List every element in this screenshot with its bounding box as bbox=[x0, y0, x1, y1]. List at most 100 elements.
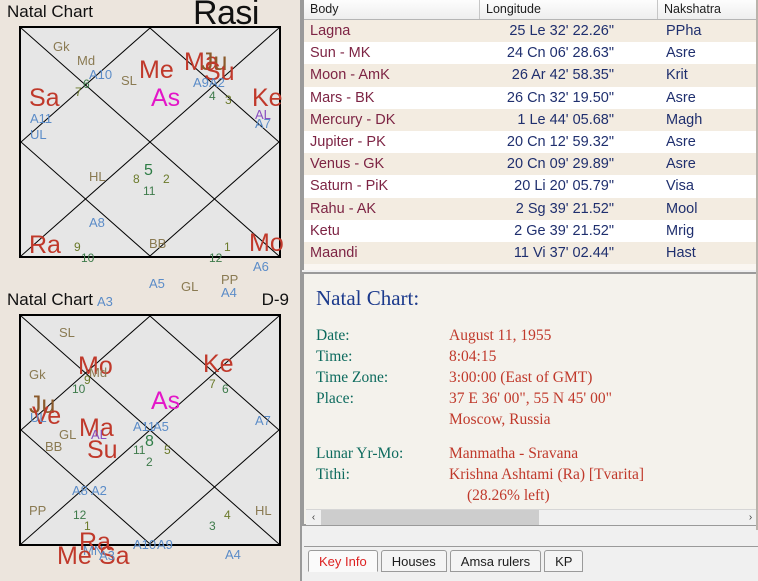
info-row: Time Zone: 3:00:00 (East of GMT) bbox=[316, 367, 758, 388]
chart-label-7: 7 bbox=[75, 85, 82, 99]
info-value: 8:04:15 bbox=[449, 348, 497, 365]
column-header-body[interactable]: Body bbox=[304, 0, 480, 19]
info-row: (28.26% left) bbox=[316, 485, 758, 506]
column-header-nakshatra[interactable]: Nakshatra bbox=[658, 0, 758, 19]
chart-label-hl: HL bbox=[255, 503, 272, 518]
chart-label-10: 10 bbox=[81, 251, 95, 265]
planetary-positions-grid[interactable]: Body Longitude Nakshatra Lagna 25 Le 32' … bbox=[302, 0, 758, 270]
chart-label-a11: A11 bbox=[133, 419, 156, 434]
table-row[interactable]: Maandi 11 Vi 37' 02.44" Hast bbox=[304, 241, 758, 265]
key-info-panel: Natal Chart: Date: August 11, 1955 Time: 8:… bbox=[302, 272, 758, 526]
cell-body: Sun - MK bbox=[310, 45, 371, 62]
chart-label-3: 3 bbox=[225, 93, 232, 107]
info-value: August 11, 1955 bbox=[449, 327, 552, 344]
cell-nakshatra: Magh bbox=[666, 111, 703, 128]
chart-label-ra: Ra bbox=[29, 231, 61, 259]
chart-label-11: 11 bbox=[143, 184, 156, 198]
cell-body: Venus - GK bbox=[310, 156, 385, 173]
scrollbar-thumb[interactable] bbox=[321, 509, 539, 525]
chart-label-a9: A9 bbox=[157, 537, 173, 552]
tab-key-info[interactable]: Key Info bbox=[308, 550, 378, 572]
cell-body: Rahu - AK bbox=[310, 200, 377, 217]
grid-header-row: Body Longitude Nakshatra bbox=[304, 0, 758, 20]
chart-label-md: Md bbox=[77, 53, 96, 68]
cell-body: Mars - BK bbox=[310, 89, 375, 106]
info-label: Place: bbox=[316, 390, 354, 407]
table-row[interactable]: Moon - AmK 26 Ar 42' 58.35" Krit bbox=[304, 64, 758, 87]
table-row[interactable]: Saturn - PiK 20 Li 20' 05.79" Visa bbox=[304, 175, 758, 198]
info-horizontal-scrollbar[interactable]: ‹ › bbox=[306, 509, 758, 525]
tab-houses[interactable]: Houses bbox=[380, 550, 447, 572]
chart-label-sl: SL bbox=[121, 73, 137, 88]
cell-longitude: 26 Ar 42' 58.35" bbox=[511, 67, 614, 84]
column-header-longitude[interactable]: Longitude bbox=[480, 0, 658, 19]
info-value: Krishna Ashtami (Ra) [Tvarita] bbox=[449, 466, 644, 483]
rasi-chart-title: Natal Chart bbox=[7, 2, 93, 21]
d9-chart-variant-label: D-9 bbox=[261, 290, 289, 309]
cell-nakshatra: Visa bbox=[666, 178, 694, 195]
chart-label-6: 6 bbox=[83, 77, 90, 91]
cell-body: Moon - AmK bbox=[310, 67, 390, 84]
chart-label-a8: A8 bbox=[89, 215, 105, 230]
chart-label-a2: A2 bbox=[209, 75, 225, 90]
cell-body: Ketu bbox=[310, 222, 340, 239]
info-row: Moscow, Russia bbox=[316, 409, 758, 430]
chart-label-a4: A4 bbox=[225, 547, 241, 562]
table-row[interactable]: Rahu - AK 2 Sg 39' 21.52" Mool bbox=[304, 197, 758, 220]
tab-amsa-rulers[interactable]: Amsa rulers bbox=[449, 550, 542, 572]
table-row-clipped[interactable] bbox=[304, 264, 758, 270]
chart-label-a7: A7 bbox=[255, 116, 271, 131]
key-info-content: Natal Chart: Date: August 11, 1955 Time: 8:… bbox=[304, 274, 758, 508]
chart-label-12: 12 bbox=[209, 251, 223, 265]
scrollbar-track[interactable] bbox=[321, 509, 743, 525]
charts-pane: Natal Chart Rasi Gk Md A10 SL Me Ma Ju Su A9 A2 Sa… bbox=[0, 0, 300, 581]
details-pane: Body Longitude Nakshatra Lagna 25 Le 32' … bbox=[302, 0, 758, 581]
chart-label-1: 1 bbox=[224, 240, 231, 254]
chart-label-md: Md bbox=[89, 365, 108, 380]
chart-label-a2: A2 bbox=[91, 483, 107, 498]
chart-label-pp: PP bbox=[29, 503, 47, 518]
chart-label-me: Me bbox=[57, 542, 92, 570]
chart-label-a10: A10 bbox=[89, 67, 113, 82]
cell-body: Lagna bbox=[310, 23, 351, 40]
cell-body: Saturn - PiK bbox=[310, 178, 389, 195]
d9-chart-block: Natal Chart D-9 SL Gk Mo Md Ke 7 6 10 9 Ju Ve UL As A… bbox=[0, 288, 300, 569]
table-row[interactable]: Mercury - DK 1 Le 44' 05.68" Magh bbox=[304, 108, 758, 131]
table-row[interactable]: Sun - MK 24 Cn 06' 28.63" Asre bbox=[304, 42, 758, 65]
table-row[interactable]: Venus - GK 20 Cn 09' 29.89" Asre bbox=[304, 153, 758, 176]
cell-longitude: 24 Cn 06' 28.63" bbox=[506, 45, 614, 62]
cell-nakshatra: Asre bbox=[666, 89, 696, 106]
info-row: Lunar Yr-Mo: Manmatha - Sravana bbox=[316, 443, 758, 464]
d9-chart-diagram[interactable]: SL Gk Mo Md Ke 7 6 10 9 Ju Ve UL As A7 GL Ma AL BB Su A11 A5… bbox=[19, 314, 281, 569]
chart-label-5: 5 bbox=[164, 443, 171, 457]
bottom-tab-bar: Key Info Houses Amsa rulers KP bbox=[304, 546, 758, 581]
cell-nakshatra: Asre bbox=[666, 45, 696, 62]
chart-label-ke: Ke bbox=[203, 350, 234, 378]
cell-body: Maandi bbox=[310, 244, 358, 261]
key-info-rows: Date: August 11, 1955 Time: 8:04:15 Time Zon… bbox=[316, 325, 758, 430]
scroll-left-arrow-icon[interactable]: ‹ bbox=[306, 509, 321, 525]
cell-body: Mercury - DK bbox=[310, 111, 396, 128]
chart-label-me: Me bbox=[139, 56, 174, 84]
key-info-spacer bbox=[316, 430, 758, 443]
chart-label-gk: Gk bbox=[29, 367, 46, 382]
table-row[interactable]: Ketu 2 Ge 39' 21.52" Mrig bbox=[304, 219, 758, 242]
cell-longitude: 2 Sg 39' 21.52" bbox=[515, 200, 614, 217]
chart-label-sa: Sa bbox=[29, 84, 60, 112]
chart-label-2: 2 bbox=[163, 172, 170, 186]
tab-kp[interactable]: KP bbox=[544, 550, 584, 572]
info-label: Time: bbox=[316, 348, 353, 365]
table-row[interactable]: Mars - BK 26 Cn 32' 19.50" Asre bbox=[304, 86, 758, 109]
info-value: (28.26% left) bbox=[467, 487, 550, 504]
table-row[interactable]: Lagna 25 Le 32' 22.26" PPha bbox=[304, 20, 758, 43]
chart-label-3: 3 bbox=[209, 519, 216, 533]
chart-label-a8: A8 bbox=[72, 483, 88, 498]
chart-label-as: As bbox=[151, 84, 181, 112]
table-row[interactable]: Jupiter - PK 20 Cn 12' 59.32" Asre bbox=[304, 130, 758, 154]
rasi-chart-diagram[interactable]: Gk Md A10 SL Me Ma Ju Su A9 A2 Sa A11 UL As Ke AL A7 7 6 4 3… bbox=[19, 26, 284, 308]
rasi-chart-header: Natal Chart Rasi bbox=[5, 0, 295, 32]
chart-label-as: As bbox=[151, 387, 181, 415]
cell-longitude: 20 Cn 12' 59.32" bbox=[506, 134, 614, 151]
rasi-chart-block: Natal Chart Rasi Gk Md A10 SL Me Ma Ju Su A9 A2 Sa… bbox=[0, 0, 300, 308]
chart-label-a3: A3 bbox=[99, 548, 115, 563]
